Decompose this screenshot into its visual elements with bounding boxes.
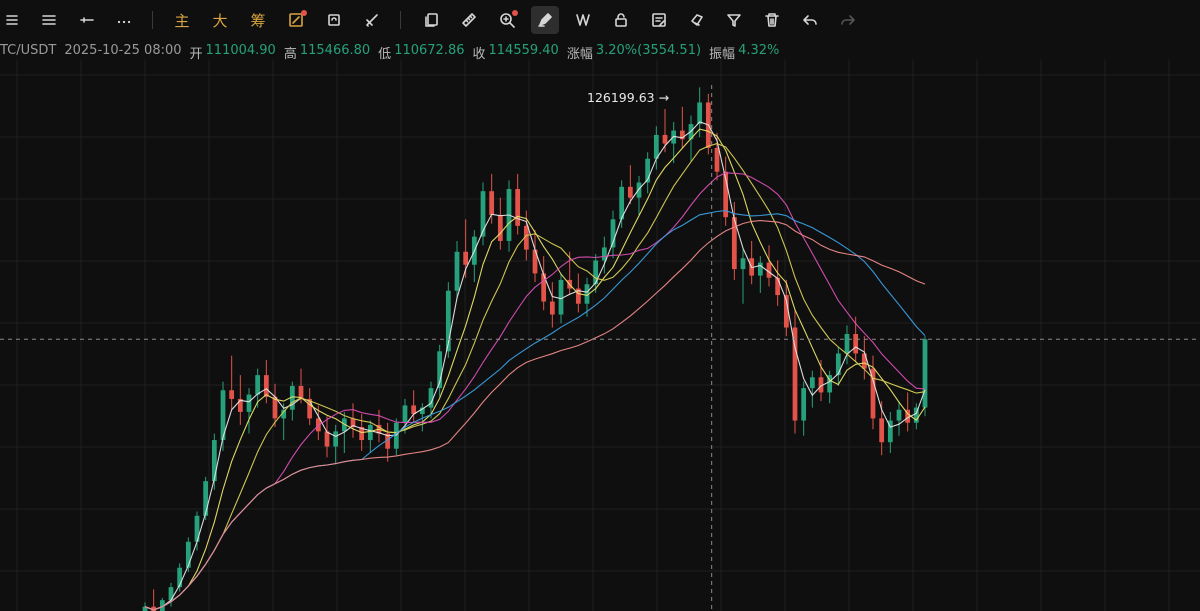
candle-body: [627, 186, 633, 198]
candle-body: [549, 301, 555, 315]
candle-body: [922, 339, 928, 408]
candle-body: [775, 277, 781, 296]
candle-body: [879, 418, 885, 443]
ma-line-white: [144, 121, 926, 611]
candle-body: [463, 251, 469, 265]
candle-body: [393, 422, 399, 449]
ma-line-yellow-2: [144, 143, 926, 611]
candlesticks: [142, 87, 928, 611]
crosshair: [0, 85, 1200, 611]
candle-body: [593, 260, 599, 285]
candle-body: [402, 405, 408, 423]
candle-body: [662, 134, 668, 144]
candle-body: [801, 388, 807, 421]
candle-body: [740, 258, 746, 270]
candle-body: [896, 409, 902, 421]
candle-body: [853, 334, 859, 354]
candle-body: [229, 390, 235, 399]
candle-body: [367, 424, 373, 441]
moving-averages: [144, 121, 926, 611]
candle-body: [497, 214, 503, 241]
candle-body: [454, 251, 460, 291]
candle-body: [809, 377, 815, 389]
candle-body: [515, 189, 521, 226]
candle-body: [333, 431, 339, 447]
candle-body: [714, 147, 720, 172]
candle-body: [255, 375, 261, 395]
candle-body: [653, 134, 659, 159]
candle-body: [185, 541, 191, 568]
candle-body: [489, 191, 495, 215]
candle-body: [558, 279, 564, 315]
candle-body: [324, 431, 330, 447]
candle-body: [697, 102, 703, 125]
candle-body: [263, 375, 269, 397]
candle-body: [246, 394, 252, 412]
candle-body: [203, 481, 209, 516]
candle-body: [844, 334, 850, 354]
ma-line-yellow: [144, 128, 926, 611]
candle-body: [835, 353, 841, 376]
candle-body: [636, 182, 642, 198]
peak-price-label: 126199.63 →: [587, 90, 670, 105]
candle-body: [757, 262, 763, 276]
candle-body: [211, 440, 217, 482]
